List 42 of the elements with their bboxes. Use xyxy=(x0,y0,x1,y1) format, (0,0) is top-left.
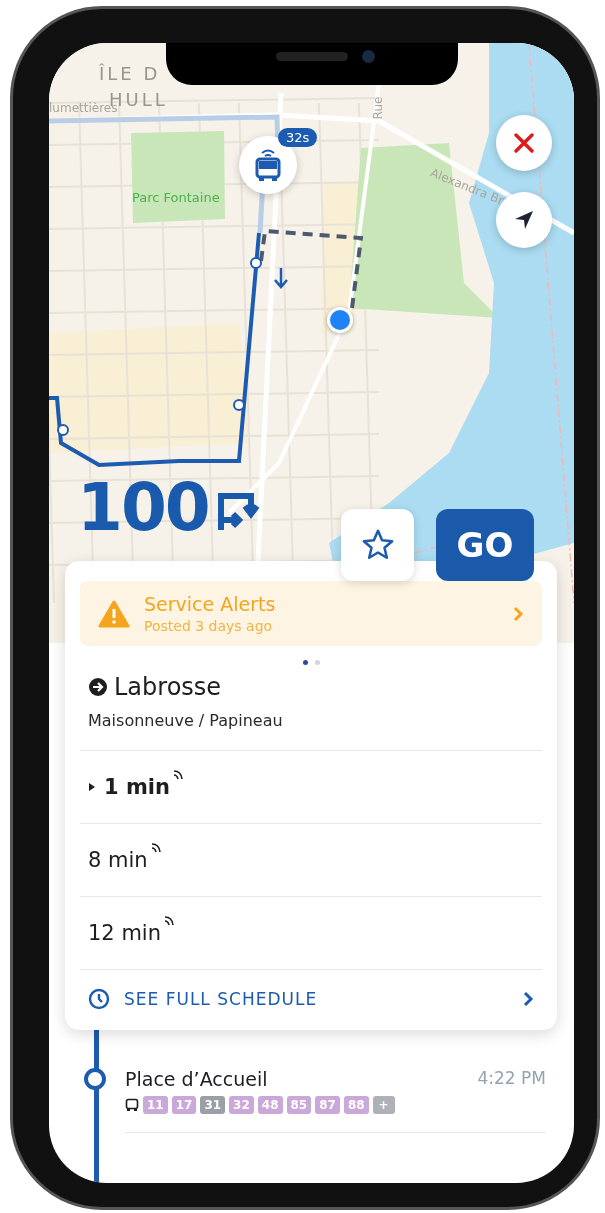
departure-time: 1 min xyxy=(104,775,170,799)
alert-subtitle: Posted 3 days ago xyxy=(144,618,274,634)
map-label: Rue xyxy=(371,96,386,120)
route-tag: 87 xyxy=(315,1096,340,1114)
route-tag: 32 xyxy=(229,1096,254,1114)
departure-row[interactable]: 1 min xyxy=(80,751,542,824)
route-tag: 48 xyxy=(257,1096,283,1114)
bus-icon xyxy=(253,148,283,182)
close-icon xyxy=(513,132,535,154)
departure-row[interactable]: 8 min xyxy=(80,824,542,897)
page-dot[interactable] xyxy=(314,660,320,665)
map-label: ÎLE D xyxy=(99,63,161,84)
selected-caret-icon xyxy=(88,782,96,792)
stop-marker xyxy=(84,1068,106,1090)
warning-icon xyxy=(98,599,130,628)
route-tag: 31 xyxy=(200,1096,226,1114)
destination-name: Labrosse xyxy=(114,673,222,701)
route-number: 100 xyxy=(77,475,209,541)
chevron-right-icon xyxy=(522,990,534,1008)
direction-via: Maisonneuve / Papineau xyxy=(80,701,542,751)
route-tag: 11 xyxy=(143,1096,168,1114)
route-tag: 17 xyxy=(171,1096,197,1114)
favorite-button[interactable] xyxy=(341,509,414,581)
navigation-arrow-icon xyxy=(513,209,535,231)
route-tag: + xyxy=(372,1096,395,1114)
page-dot[interactable] xyxy=(302,660,308,665)
clock-icon xyxy=(88,988,110,1010)
departure-time: 12 min xyxy=(88,921,161,945)
bus-icon xyxy=(125,1098,139,1112)
go-button[interactable]: GO xyxy=(436,509,534,581)
star-icon xyxy=(360,528,395,562)
full-schedule-link[interactable]: SEE FULL SCHEDULE xyxy=(80,970,542,1016)
route-tag: 85 xyxy=(286,1096,312,1114)
stop-time: 4:22 PM xyxy=(477,1068,546,1090)
arrow-circle-icon xyxy=(88,677,108,697)
stop-name[interactable]: Place d’Accueil xyxy=(125,1068,268,1090)
map-label: Parc Fontaine xyxy=(132,190,220,205)
route-tag: 88 xyxy=(343,1096,369,1114)
departure-time: 8 min xyxy=(88,848,148,872)
departure-row[interactable]: 12 min xyxy=(80,897,542,970)
chevron-right-icon xyxy=(512,604,524,623)
alert-title: Service Alerts xyxy=(144,593,277,615)
